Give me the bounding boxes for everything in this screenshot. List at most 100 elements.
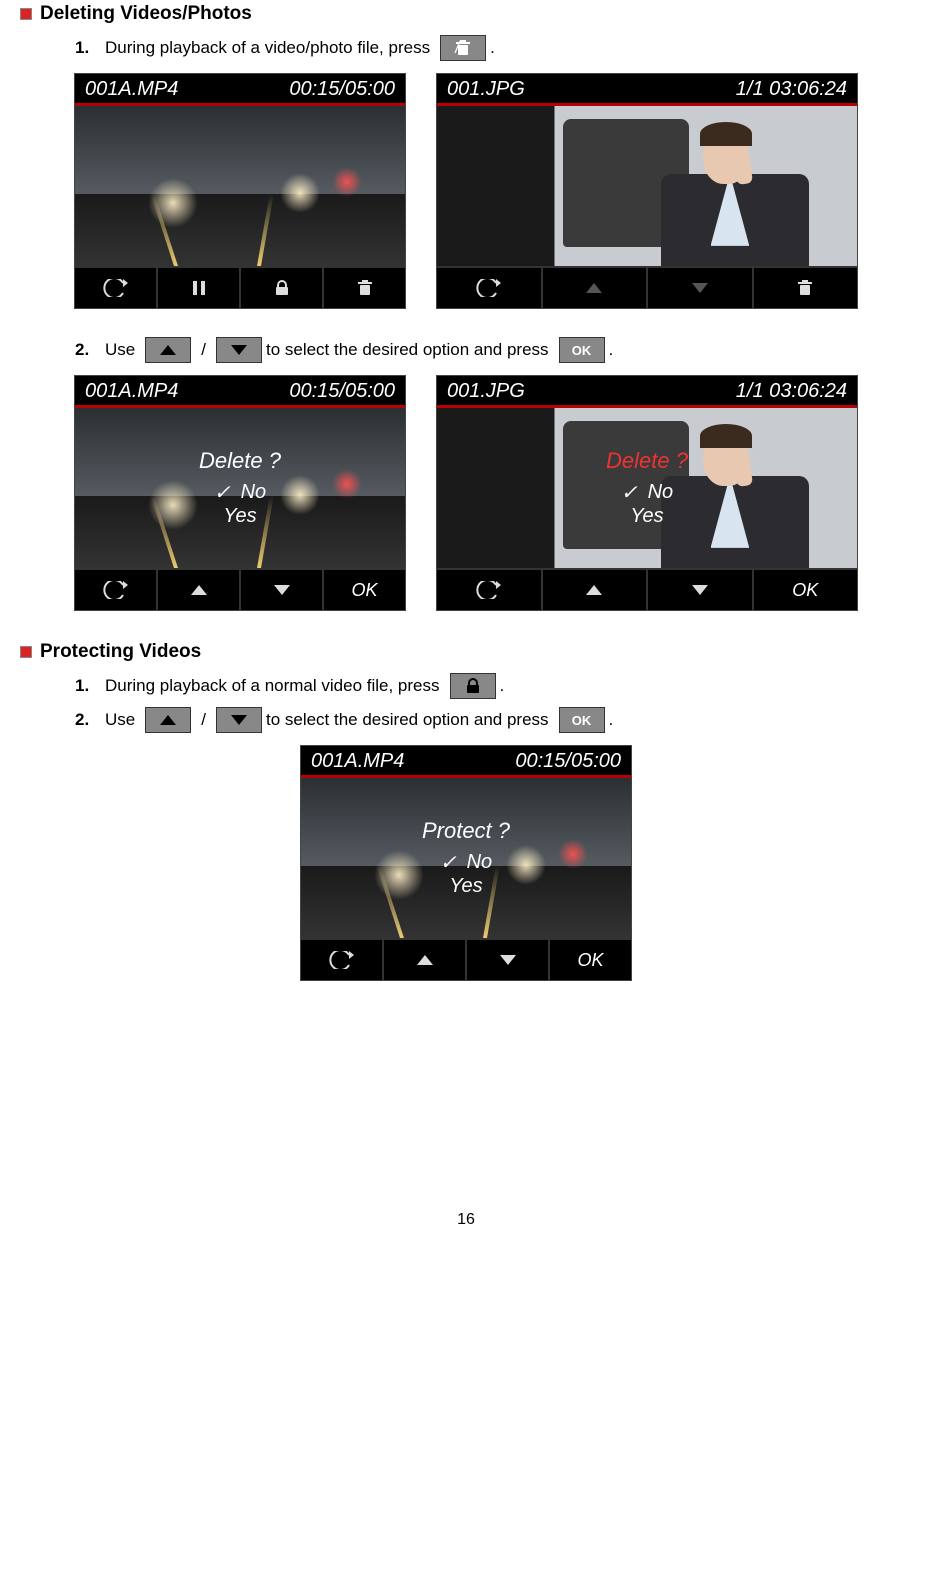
dialog-option-yes[interactable]: Yes: [449, 875, 482, 898]
screen-footer: OK: [437, 568, 857, 610]
screen-preview-road: [75, 106, 405, 266]
screen-header: 001A.MP4 00:15/05:00: [75, 376, 405, 405]
dialog-title: Protect ?: [422, 818, 510, 844]
section-title: Protecting Videos: [40, 641, 201, 663]
protect-dialog-row: 001A.MP4 00:15/05:00 Protect ? No Yes OK: [20, 745, 912, 981]
trash-icon[interactable]: [754, 268, 858, 308]
time-counter: 00:15/05:00: [289, 78, 395, 101]
step-text: .: [500, 676, 505, 696]
lock-icon: [450, 673, 496, 699]
playback-screens-row: 001A.MP4 00:15/05:00 001.JPG 1/1 03:06:2…: [20, 73, 912, 309]
screen-header: 001.JPG 1/1 03:06:24: [437, 376, 857, 405]
step-number: 1.: [75, 38, 105, 58]
step-number: 2.: [75, 340, 105, 360]
ok-button[interactable]: OK: [754, 570, 858, 610]
back-icon[interactable]: [437, 268, 543, 308]
section-header-deleting: Deleting Videos/Photos: [20, 3, 912, 25]
dialog-option-no[interactable]: No: [214, 480, 266, 505]
dialog-option-yes[interactable]: Yes: [223, 505, 256, 528]
step-text: Use: [105, 710, 135, 730]
file-name: 001.JPG: [447, 380, 525, 403]
delete-dialog: Delete ? No Yes: [75, 408, 405, 568]
back-icon[interactable]: [75, 570, 158, 610]
down-icon[interactable]: [648, 570, 754, 610]
dialog-title: Delete ?: [606, 448, 688, 474]
screen-header: 001.JPG 1/1 03:06:24: [437, 74, 857, 103]
step-text: During playback of a normal video file, …: [105, 676, 440, 696]
step-number: 1.: [75, 676, 105, 696]
screen-footer: OK: [301, 938, 631, 980]
screen-footer: [437, 266, 857, 308]
protect-dialog: Protect ? No Yes: [301, 778, 631, 938]
screen-footer: [75, 266, 405, 308]
screen-header: 001A.MP4 00:15/05:00: [75, 74, 405, 103]
up-icon: [145, 707, 191, 733]
device-screen-photo-playback: 001.JPG 1/1 03:06:24: [436, 73, 858, 309]
screen-preview-road: Protect ? No Yes: [301, 778, 631, 938]
ok-button[interactable]: OK: [550, 940, 631, 980]
down-icon[interactable]: [467, 940, 550, 980]
file-name: 001.JPG: [447, 78, 525, 101]
time-counter: 1/1 03:06:24: [736, 380, 847, 403]
page-number: 16: [20, 1211, 912, 1249]
screen-footer: OK: [75, 568, 405, 610]
pause-icon[interactable]: [158, 268, 241, 308]
step-1: 1. During playback of a normal video fil…: [75, 673, 912, 699]
step-2: 2. Use / to select the desired option an…: [75, 707, 912, 733]
step-text: .: [609, 340, 614, 360]
down-icon: [648, 268, 754, 308]
up-icon[interactable]: [384, 940, 467, 980]
up-icon[interactable]: [543, 570, 649, 610]
step-text: Use: [105, 340, 135, 360]
step-text: to select the desired option and press: [266, 340, 549, 360]
trash-icon: [440, 35, 486, 61]
dialog-title: Delete ?: [199, 448, 281, 474]
step-text: to select the desired option and press: [266, 710, 549, 730]
time-counter: 00:15/05:00: [289, 380, 395, 403]
step-1: 1. During playback of a video/photo file…: [75, 35, 912, 61]
file-name: 001A.MP4: [311, 750, 404, 773]
bullet-icon: [20, 646, 32, 658]
up-icon: [543, 268, 649, 308]
file-name: 001A.MP4: [85, 78, 178, 101]
back-icon[interactable]: [301, 940, 384, 980]
ok-icon: OK: [559, 337, 605, 363]
file-name: 001A.MP4: [85, 380, 178, 403]
trash-icon[interactable]: [324, 268, 405, 308]
back-icon[interactable]: [75, 268, 158, 308]
step-text: .: [609, 710, 614, 730]
down-icon: [216, 337, 262, 363]
step-text: During playback of a video/photo file, p…: [105, 38, 430, 58]
bullet-icon: [20, 8, 32, 20]
delete-dialog: Delete ? No Yes: [437, 408, 857, 568]
dialog-option-no[interactable]: No: [621, 480, 673, 505]
screen-preview-cabin: Delete ? No Yes: [437, 408, 857, 568]
separator: /: [201, 340, 206, 360]
up-icon: [145, 337, 191, 363]
screen-preview-cabin: [437, 106, 857, 266]
delete-dialog-row: 001A.MP4 00:15/05:00 Delete ? No Yes OK: [20, 375, 912, 611]
separator: /: [201, 710, 206, 730]
section-title: Deleting Videos/Photos: [40, 3, 252, 25]
ok-icon: OK: [559, 707, 605, 733]
step-number: 2.: [75, 710, 105, 730]
dialog-option-yes[interactable]: Yes: [630, 505, 663, 528]
step-2: 2. Use / to select the desired option an…: [75, 337, 912, 363]
section-header-protecting: Protecting Videos: [20, 641, 912, 663]
device-screen-video-delete: 001A.MP4 00:15/05:00 Delete ? No Yes OK: [74, 375, 406, 611]
device-screen-photo-delete: 001.JPG 1/1 03:06:24 Delete ? No Yes OK: [436, 375, 858, 611]
time-counter: 1/1 03:06:24: [736, 78, 847, 101]
device-screen-video-playback: 001A.MP4 00:15/05:00: [74, 73, 406, 309]
back-icon[interactable]: [437, 570, 543, 610]
dialog-option-no[interactable]: No: [440, 850, 492, 875]
screen-preview-road: Delete ? No Yes: [75, 408, 405, 568]
time-counter: 00:15/05:00: [515, 750, 621, 773]
down-icon: [216, 707, 262, 733]
up-icon[interactable]: [158, 570, 241, 610]
step-text: .: [490, 38, 495, 58]
screen-header: 001A.MP4 00:15/05:00: [301, 746, 631, 775]
lock-icon[interactable]: [241, 268, 324, 308]
ok-button[interactable]: OK: [324, 570, 405, 610]
down-icon[interactable]: [241, 570, 324, 610]
device-screen-video-protect: 001A.MP4 00:15/05:00 Protect ? No Yes OK: [300, 745, 632, 981]
